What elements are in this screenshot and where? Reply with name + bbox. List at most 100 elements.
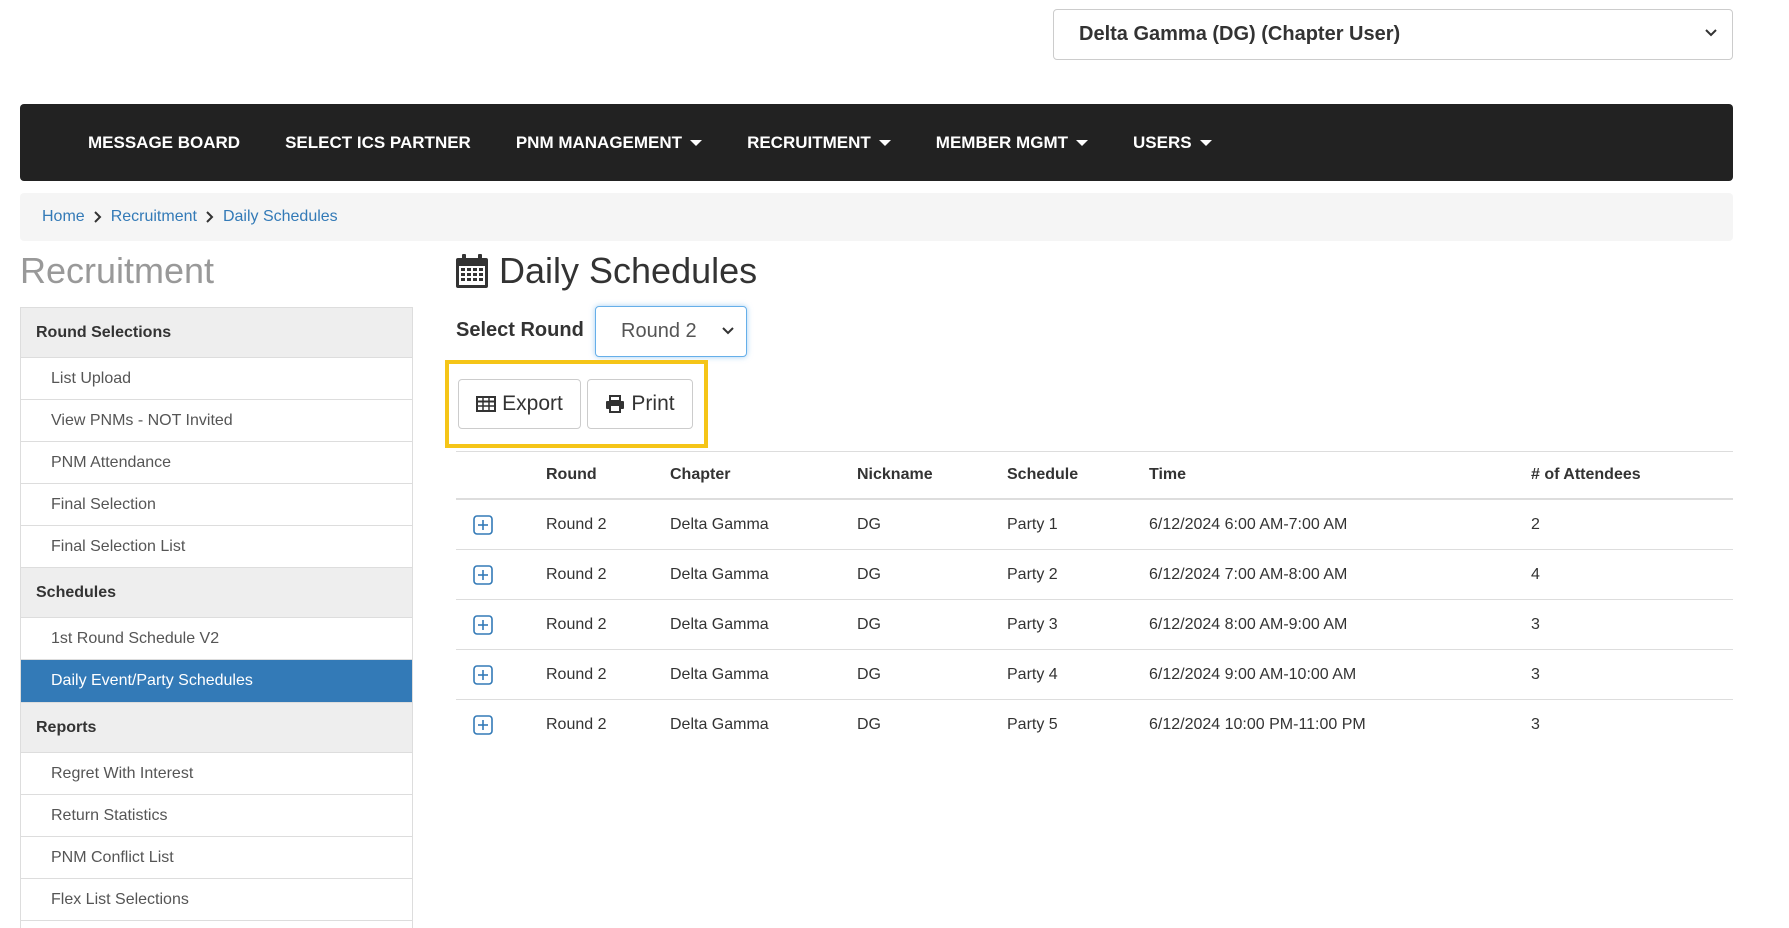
nav-member-mgmt[interactable]: MEMBER MGMT — [936, 133, 1088, 153]
sidebar-item-regret-with-interest[interactable]: Regret With Interest — [21, 753, 412, 795]
round-select-value: Round 2 — [621, 320, 697, 342]
plus-square-icon — [473, 564, 493, 585]
cell-chapter: Delta Gamma — [670, 716, 769, 733]
nav-label: SELECT ICS PARTNER — [285, 132, 471, 152]
export-button[interactable]: Export — [458, 379, 581, 429]
cell-schedule: Party 4 — [1007, 665, 1058, 683]
cell-nickname: DG — [857, 615, 881, 633]
cell-time: 6/12/2024 8:00 AM-9:00 AM — [1149, 615, 1348, 633]
cell-nickname: DG — [857, 515, 881, 533]
cell-attendees: 4 — [1531, 565, 1540, 583]
caret-down-icon — [690, 139, 703, 146]
nav-label: RECRUITMENT — [747, 132, 871, 152]
sidebar-title: Recruitment — [20, 250, 215, 291]
sidebar-header-schedules: Schedules — [21, 568, 412, 618]
sidebar-item-pnm-conflict-list[interactable]: PNM Conflict List — [21, 837, 412, 879]
chevron-down-icon — [722, 327, 734, 335]
breadcrumb-daily-schedules[interactable]: Daily Schedules — [223, 208, 338, 226]
nav-select-ics-partner[interactable]: SELECT ICS PARTNER — [285, 133, 471, 153]
sidebar-header-reports: Reports — [21, 703, 412, 753]
sidebar-item-view-pnms-not-invited[interactable]: View PNMs - NOT Invited — [21, 400, 412, 442]
sidebar-header-round-selections: Round Selections — [21, 308, 412, 358]
header-schedule[interactable]: Schedule — [1007, 466, 1149, 484]
main-navbar: MESSAGE BOARD SELECT ICS PARTNER PNM MAN… — [20, 104, 1733, 181]
breadcrumb-home[interactable]: Home — [42, 208, 85, 226]
nav-message-board[interactable]: MESSAGE BOARD — [88, 133, 240, 153]
table-row: Round 2 Delta Gamma DG Party 5 6/12/2024… — [456, 700, 1733, 750]
sidebar-item-list-upload[interactable]: List Upload — [21, 358, 412, 400]
header-round[interactable]: Round — [546, 466, 670, 484]
nav-label: MEMBER MGMT — [935, 132, 1068, 152]
cell-round: Round 2 — [546, 665, 607, 683]
page-title: Daily Schedules — [455, 250, 757, 292]
cell-time: 6/12/2024 10:00 PM-11:00 PM — [1149, 716, 1366, 733]
expand-row-button[interactable] — [456, 664, 546, 685]
header-chapter[interactable]: Chapter — [670, 466, 857, 484]
chapter-select[interactable]: Delta Gamma (DG) (Chapter User) — [1053, 9, 1733, 60]
expand-row-button[interactable] — [456, 715, 546, 735]
header-time[interactable]: Time — [1149, 466, 1531, 484]
plus-square-icon — [473, 715, 493, 735]
nav-label: PNM MANAGEMENT — [515, 132, 683, 152]
caret-down-icon — [1199, 139, 1212, 146]
calendar-icon — [456, 254, 488, 288]
table-row: Round 2 Delta Gamma DG Party 4 6/12/2024… — [456, 650, 1733, 700]
sidebar-item-final-selection-list[interactable]: Final Selection List — [21, 526, 412, 568]
cell-chapter: Delta Gamma — [670, 665, 769, 683]
header-nickname[interactable]: Nickname — [857, 466, 1007, 484]
header-attendees[interactable]: # of Attendees — [1531, 466, 1731, 484]
cell-round: Round 2 — [546, 515, 607, 533]
cell-time: 6/12/2024 9:00 AM-10:00 AM — [1149, 665, 1357, 683]
export-label: Export — [502, 392, 563, 415]
chevron-right-icon — [93, 211, 103, 223]
cell-attendees: 2 — [1531, 515, 1540, 533]
cell-chapter: Delta Gamma — [670, 565, 769, 583]
print-icon — [606, 395, 625, 413]
schedule-table: Round Chapter Nickname Schedule Time # o… — [456, 451, 1733, 750]
cell-nickname: DG — [857, 665, 881, 683]
sidebar: Round Selections List Upload View PNMs -… — [20, 307, 413, 928]
cell-schedule: Party 2 — [1007, 565, 1058, 583]
breadcrumb-recruitment[interactable]: Recruitment — [111, 208, 197, 226]
plus-square-icon — [473, 514, 493, 535]
nav-users[interactable]: USERS — [1133, 133, 1212, 153]
chapter-select-value: Delta Gamma (DG) (Chapter User) — [1079, 23, 1401, 45]
nav-recruitment[interactable]: RECRUITMENT — [747, 133, 891, 153]
cell-schedule: Party 3 — [1007, 615, 1058, 633]
cell-time: 6/12/2024 6:00 AM-7:00 AM — [1149, 515, 1348, 533]
caret-down-icon — [1076, 139, 1088, 146]
sidebar-item-final-selection[interactable]: Final Selection — [21, 484, 412, 526]
table-row: Round 2 Delta Gamma DG Party 3 6/12/2024… — [456, 600, 1733, 650]
caret-down-icon — [878, 139, 891, 146]
cell-nickname: DG — [857, 716, 881, 733]
cell-chapter: Delta Gamma — [670, 615, 769, 633]
top-bar: Delta Gamma (DG) (Chapter User) — [0, 0, 1789, 90]
cell-attendees: 3 — [1531, 665, 1540, 683]
table-icon — [476, 396, 497, 412]
plus-square-icon — [473, 664, 493, 685]
nav-label: USERS — [1133, 132, 1192, 152]
cell-schedule: Party 1 — [1007, 515, 1058, 533]
select-round-label: Select Round — [456, 319, 584, 341]
sidebar-item-pnm-attendance[interactable]: PNM Attendance — [21, 442, 412, 484]
cell-attendees: 3 — [1531, 716, 1540, 733]
expand-row-button[interactable] — [456, 614, 546, 635]
print-label: Print — [631, 392, 675, 415]
cell-attendees: 3 — [1531, 615, 1540, 633]
cell-round: Round 2 — [546, 615, 607, 633]
sidebar-item-daily-event-party-schedules[interactable]: Daily Event/Party Schedules — [21, 660, 412, 703]
cell-schedule: Party 5 — [1007, 716, 1058, 733]
round-select[interactable]: Round 2 — [595, 306, 747, 357]
sidebar-item-return-statistics[interactable]: Return Statistics — [21, 795, 412, 837]
print-button[interactable]: Print — [587, 379, 693, 429]
cell-round: Round 2 — [546, 716, 607, 733]
cell-chapter: Delta Gamma — [670, 515, 769, 533]
expand-row-button[interactable] — [456, 514, 546, 535]
nav-pnm-management[interactable]: PNM MANAGEMENT — [515, 132, 703, 153]
expand-row-button[interactable] — [456, 564, 546, 585]
breadcrumb: Home Recruitment Daily Schedules — [20, 193, 1733, 241]
sidebar-item-1st-round-schedule[interactable]: 1st Round Schedule V2 — [21, 618, 412, 660]
sidebar-item-flex-list-selections[interactable]: Flex List Selections — [21, 879, 412, 921]
chevron-down-icon — [1705, 29, 1717, 37]
table-header: Round Chapter Nickname Schedule Time # o… — [456, 452, 1733, 500]
